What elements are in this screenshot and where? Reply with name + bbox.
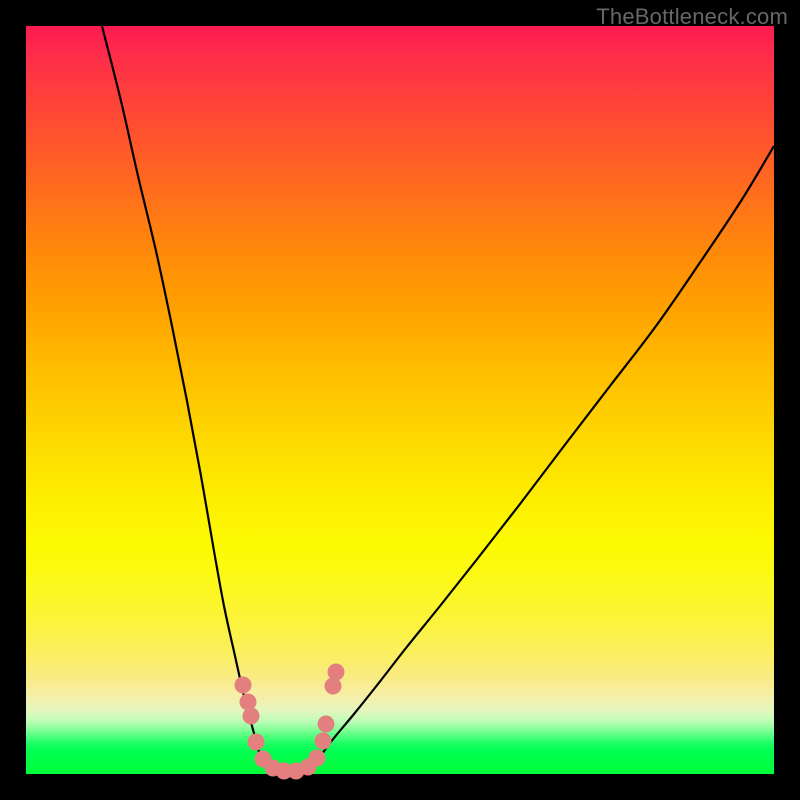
pink-dot: [315, 733, 332, 750]
pink-dots-group: [235, 664, 345, 780]
pink-dot: [248, 734, 265, 751]
pink-dot: [243, 708, 260, 725]
pink-dot: [235, 677, 252, 694]
curve-left: [102, 26, 262, 764]
watermark-text: TheBottleneck.com: [596, 4, 788, 30]
pink-dot: [240, 694, 257, 711]
pink-dot: [309, 750, 326, 767]
chart-frame: TheBottleneck.com: [0, 0, 800, 800]
pink-dot: [328, 664, 345, 681]
pink-dot: [325, 678, 342, 695]
pink-dot: [318, 716, 335, 733]
curve-right: [316, 146, 774, 764]
chart-svg: [26, 26, 774, 774]
